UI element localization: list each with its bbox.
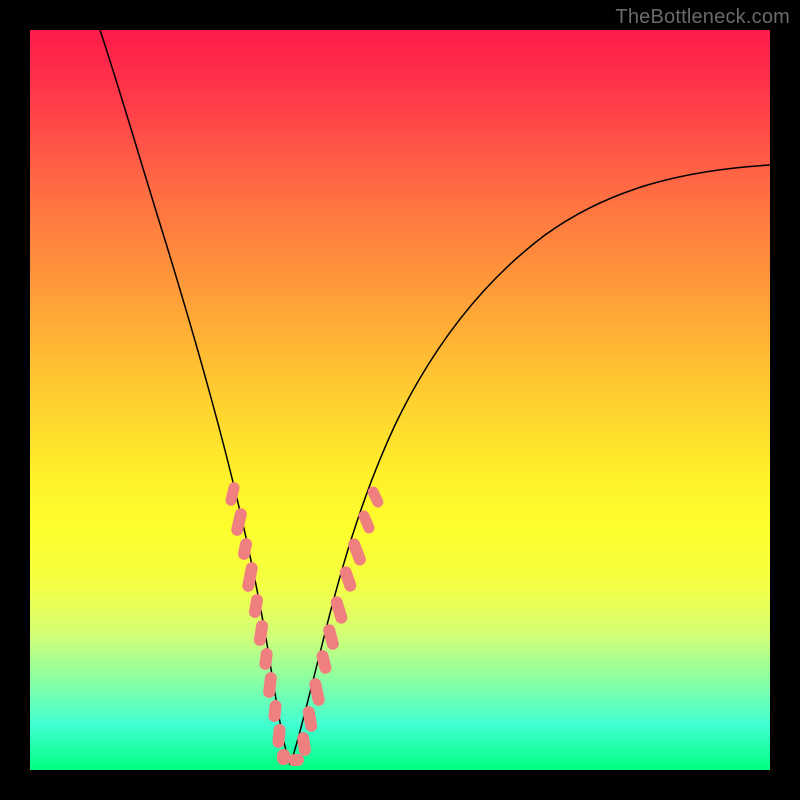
- watermark-text: TheBottleneck.com: [615, 6, 790, 29]
- chart-container: TheBottleneck.com: [0, 0, 800, 800]
- curve-layer: [30, 30, 770, 770]
- plot-area: [30, 30, 770, 770]
- curve-right-branch: [290, 165, 770, 765]
